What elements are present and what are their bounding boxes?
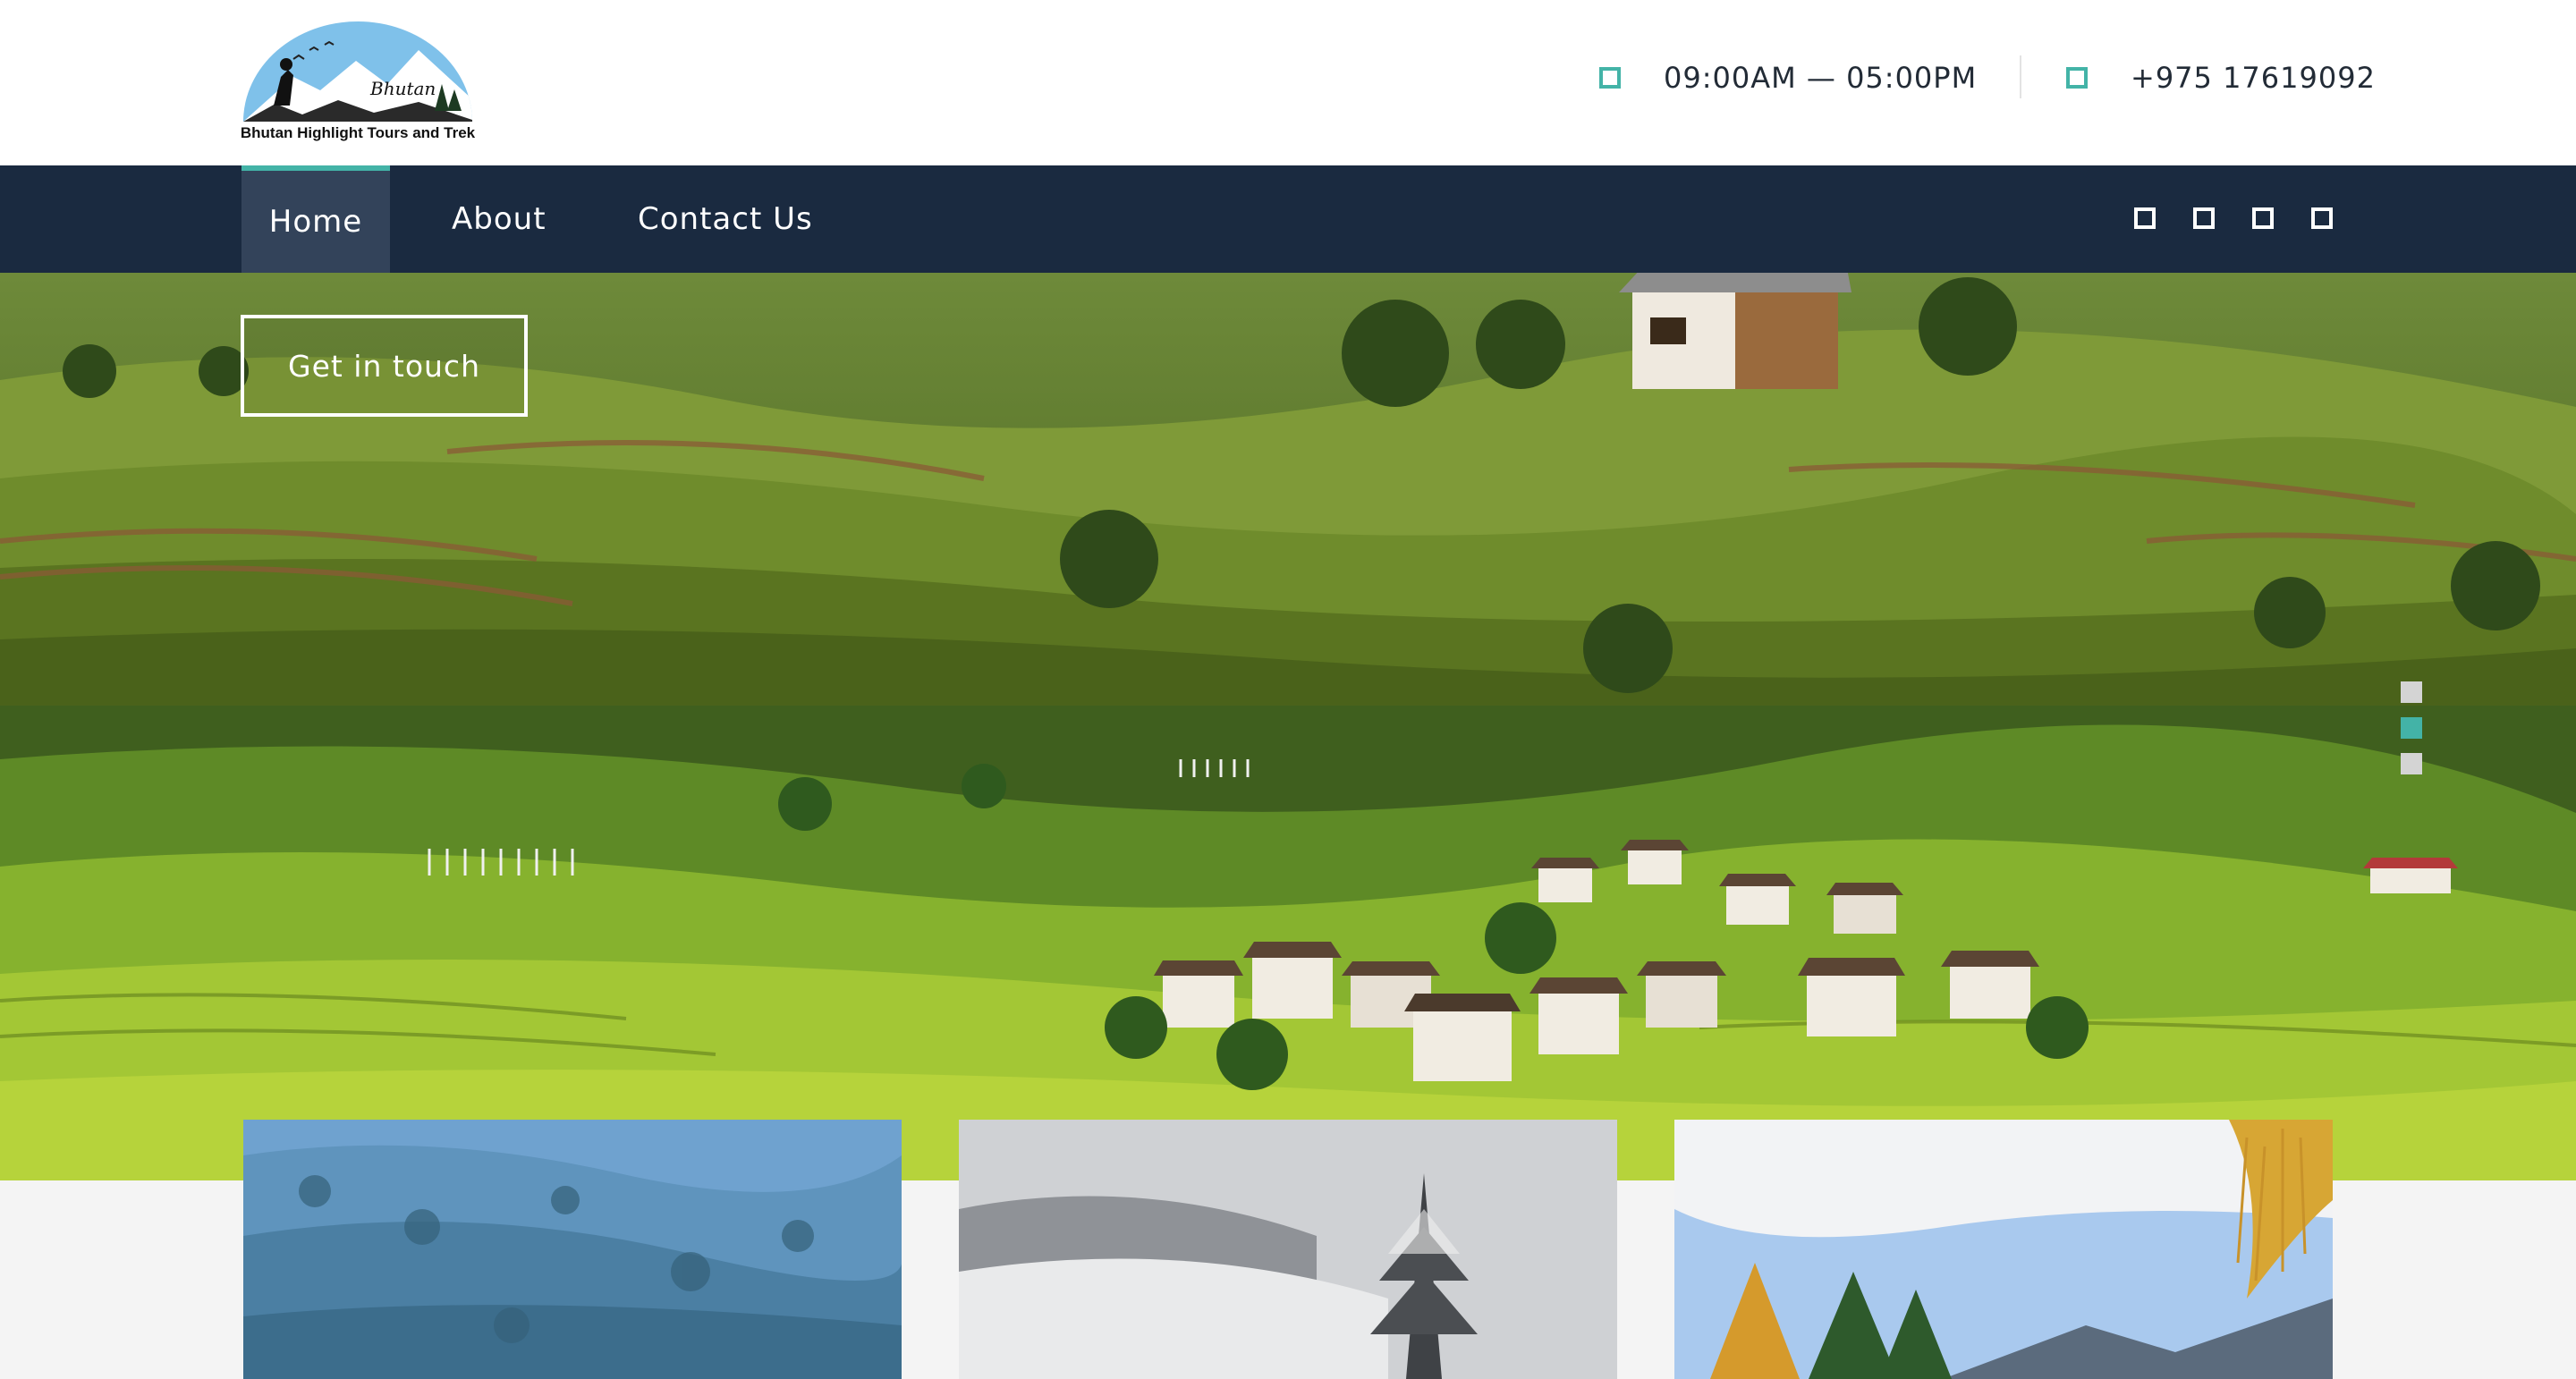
phone-contact[interactable]: +975 17619092 [2066, 55, 2376, 100]
site-logo[interactable]: Bhutan Bhutan Highlight Tours and Trek [240, 14, 476, 145]
youtube-icon[interactable] [2311, 207, 2333, 229]
logo-text-bottom: Bhutan Highlight Tours and Trek [241, 124, 476, 141]
top-bar: Bhutan Bhutan Highlight Tours and Trek 0… [0, 0, 2576, 165]
slider-dot-3[interactable] [2401, 753, 2422, 774]
card-forest-mountain[interactable] [243, 1120, 902, 1379]
instagram-icon[interactable] [2252, 207, 2274, 229]
header-divider [2020, 55, 2021, 98]
facebook-icon[interactable] [2134, 207, 2156, 229]
clock-icon [1599, 67, 1621, 89]
twitter-icon[interactable] [2193, 207, 2215, 229]
nav-about[interactable]: About [452, 165, 547, 273]
phone-icon [2066, 67, 2088, 89]
logo-text-top: Bhutan [369, 78, 436, 99]
slider-dot-2[interactable] [2401, 717, 2422, 739]
card-autumn-trees[interactable] [1674, 1120, 2333, 1379]
card-snowy-hill[interactable] [959, 1120, 1617, 1379]
slider-dot-1[interactable] [2401, 681, 2422, 703]
opening-hours: 09:00AM — 05:00PM [1599, 55, 1977, 100]
phone-number[interactable]: +975 17619092 [2131, 61, 2376, 95]
get-in-touch-button[interactable]: Get in touch [241, 315, 528, 417]
nav-contact-us[interactable]: Contact Us [638, 165, 813, 273]
nav-home[interactable]: Home [242, 165, 390, 273]
opening-hours-text: 09:00AM — 05:00PM [1664, 61, 1978, 95]
hero-slide-valley-village [0, 706, 2576, 1180]
